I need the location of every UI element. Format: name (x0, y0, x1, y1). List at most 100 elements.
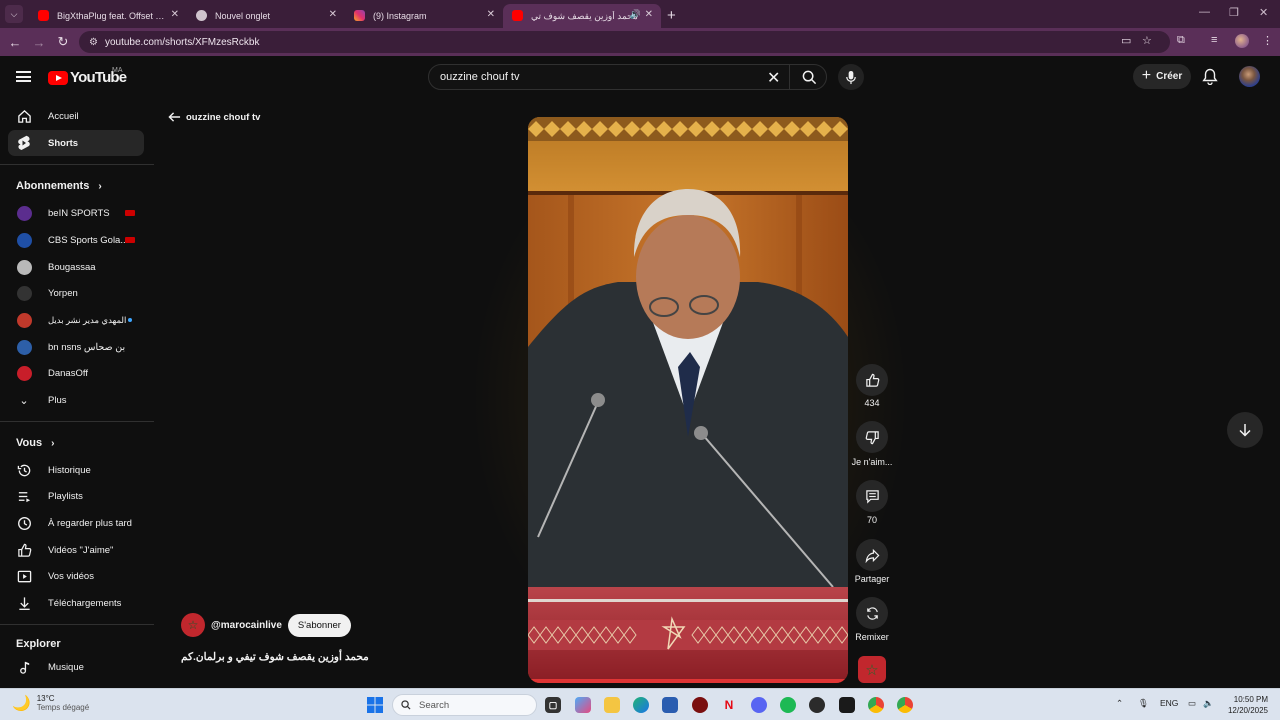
sidebar-sub-danasoff[interactable]: DanasOff (8, 360, 144, 386)
new-content-dot-icon (128, 318, 132, 322)
browser-tab-4-active[interactable]: محمد أوزين يقصف شوف تي 🔊 ✕ (503, 4, 661, 28)
shorts-video-player[interactable] (528, 117, 848, 683)
you-header[interactable]: Vous › (16, 437, 54, 449)
sound-thumbnail[interactable]: ☆ (858, 656, 886, 683)
remix-button[interactable] (856, 597, 888, 629)
dislike-button[interactable] (856, 421, 888, 453)
microphone-icon (846, 70, 856, 84)
sidebar-sub-bein-sports[interactable]: beIN SPORTS (8, 200, 144, 226)
discord-icon[interactable] (751, 697, 767, 713)
reload-icon[interactable]: ↻ (51, 34, 75, 50)
copilot-icon[interactable] (575, 697, 591, 713)
terminal-icon[interactable] (839, 697, 855, 713)
weather-temp: 13°C (36, 694, 55, 703)
video-frame (528, 117, 848, 683)
close-tab-icon[interactable]: ✕ (171, 9, 179, 20)
language-indicator[interactable]: ENG (1160, 698, 1178, 708)
channel-avatar[interactable]: ☆ (181, 613, 205, 637)
xbox-icon[interactable] (809, 697, 825, 713)
chrome-icon[interactable] (868, 697, 884, 713)
account-avatar[interactable] (1239, 66, 1260, 87)
date: 12/20/2025 (1227, 706, 1268, 715)
video-title[interactable]: محمد أوزين يقصف شوف تيفي و برلمان.كم (181, 651, 369, 663)
volume-icon[interactable]: 🔈 (1203, 698, 1214, 709)
sidebar-sub-bn-nsns[interactable]: bn nsns بن صحاس (8, 334, 144, 360)
microphone-tray-icon[interactable]: 🎙 (1138, 698, 1149, 709)
clock[interactable]: 10:50 PM 12/20/2025 (1220, 694, 1268, 716)
url-bar[interactable]: ⚙ youtube.com/shorts/XFMzesRckbk (79, 31, 1170, 53)
sidebar-item-your-videos[interactable]: Vos vidéos (8, 563, 144, 589)
chevron-up-icon[interactable]: ⌃ (1116, 698, 1123, 709)
back-icon[interactable]: ← (3, 35, 27, 50)
comments-button[interactable] (856, 480, 888, 512)
window-close-icon[interactable]: ✕ (1259, 6, 1268, 19)
menu-dots-icon[interactable]: ⋮ (1262, 34, 1273, 47)
netflix-icon[interactable]: N (721, 697, 737, 713)
channel-handle[interactable]: @marocainlive (211, 620, 282, 631)
search-icon (401, 700, 411, 710)
hamburger-menu-icon[interactable] (16, 71, 31, 82)
forward-icon[interactable]: → (27, 35, 51, 50)
share-button[interactable] (856, 539, 888, 571)
channel-avatar (16, 232, 32, 248)
sidebar-sub-yorpen[interactable]: Yorpen (8, 280, 144, 306)
tab-search-button[interactable]: ⌵ (5, 5, 23, 23)
browser-tab-3[interactable]: (9) Instagram ✕ (345, 4, 503, 28)
new-tab-button[interactable]: + (667, 7, 676, 24)
sidebar-item-shorts[interactable]: Shorts (8, 130, 144, 156)
sidebar-item-watch-later[interactable]: À regarder plus tard (8, 510, 144, 536)
browser-tab-1[interactable]: BigXthaPlug feat. Offset - Clim... ✕ (29, 4, 187, 28)
bookmark-star-icon[interactable]: ☆ (1142, 34, 1152, 47)
store-icon[interactable] (662, 697, 678, 713)
sidebar-item-accueil[interactable]: Accueil (8, 103, 144, 129)
chrome-profile-icon[interactable] (897, 697, 913, 713)
windows-start-icon[interactable] (367, 697, 383, 713)
voice-search-button[interactable] (838, 64, 864, 90)
sidebar-item-label: À regarder plus tard (48, 517, 132, 529)
sidebar-sub-bougassaa[interactable]: Bougassaa (8, 254, 144, 280)
channel-avatar (16, 259, 32, 275)
taskbar-search[interactable]: Search (392, 694, 537, 716)
clear-search-icon[interactable]: ✕ (767, 68, 780, 88)
share-icon (865, 548, 879, 563)
sidebar-sub-cbs-sports[interactable]: CBS Sports Gola... (8, 227, 144, 253)
close-tab-icon[interactable]: ✕ (487, 9, 495, 20)
close-tab-icon[interactable]: ✕ (645, 9, 653, 20)
sidebar-sub-mahdi[interactable]: المهدي مدير نشر بديل (8, 307, 144, 333)
extensions-icon[interactable]: ⧉ (1177, 34, 1185, 47)
file-explorer-icon[interactable] (604, 697, 620, 713)
site-info-icon[interactable]: ⚙ (89, 37, 98, 48)
shorts-icon (16, 135, 32, 151)
edge-icon[interactable] (633, 697, 649, 713)
subscribe-button[interactable]: S'abonner (287, 613, 351, 637)
next-video-button[interactable] (1227, 412, 1263, 448)
create-button[interactable]: + Créer (1133, 64, 1191, 89)
restore-icon[interactable]: ❐ (1229, 6, 1239, 19)
sidebar-item-downloads[interactable]: Téléchargements (8, 590, 144, 616)
sidebar-item-music[interactable]: Musique (8, 654, 144, 680)
speaker-icon[interactable]: 🔊 (630, 9, 641, 20)
reading-list-icon[interactable]: ≡ (1211, 34, 1217, 46)
search-button[interactable] (789, 65, 828, 89)
sidebar-show-more[interactable]: ⌄ Plus (8, 387, 144, 413)
sidebar-item-liked-videos[interactable]: Vidéos "J'aime" (8, 537, 144, 563)
subscriptions-header[interactable]: Abonnements › (16, 180, 102, 192)
sidebar-item-historique[interactable]: Historique (8, 457, 144, 483)
back-to-search-button[interactable]: ouzzine chouf tv (168, 111, 260, 123)
browser-tab-2[interactable]: Nouvel onglet ✕ (187, 4, 345, 28)
browser-profile-avatar[interactable] (1235, 34, 1249, 48)
close-tab-icon[interactable]: ✕ (329, 9, 337, 20)
channel-avatar (16, 312, 32, 328)
weather-widget[interactable]: 🌙 13°C Temps dégagé (12, 694, 89, 712)
spotify-icon[interactable] (780, 697, 796, 713)
app-icon[interactable] (692, 697, 708, 713)
network-icon[interactable]: ▭ (1188, 698, 1196, 709)
notifications-bell-icon[interactable] (1202, 68, 1218, 85)
task-view-icon[interactable]: ▢ (545, 697, 561, 713)
home-icon (16, 108, 32, 124)
sidebar-item-playlists[interactable]: Playlists (8, 483, 144, 509)
like-button[interactable] (856, 364, 888, 396)
search-input[interactable] (440, 71, 760, 83)
minimize-icon[interactable]: — (1199, 6, 1210, 18)
cast-icon[interactable]: ▭ (1121, 34, 1131, 47)
